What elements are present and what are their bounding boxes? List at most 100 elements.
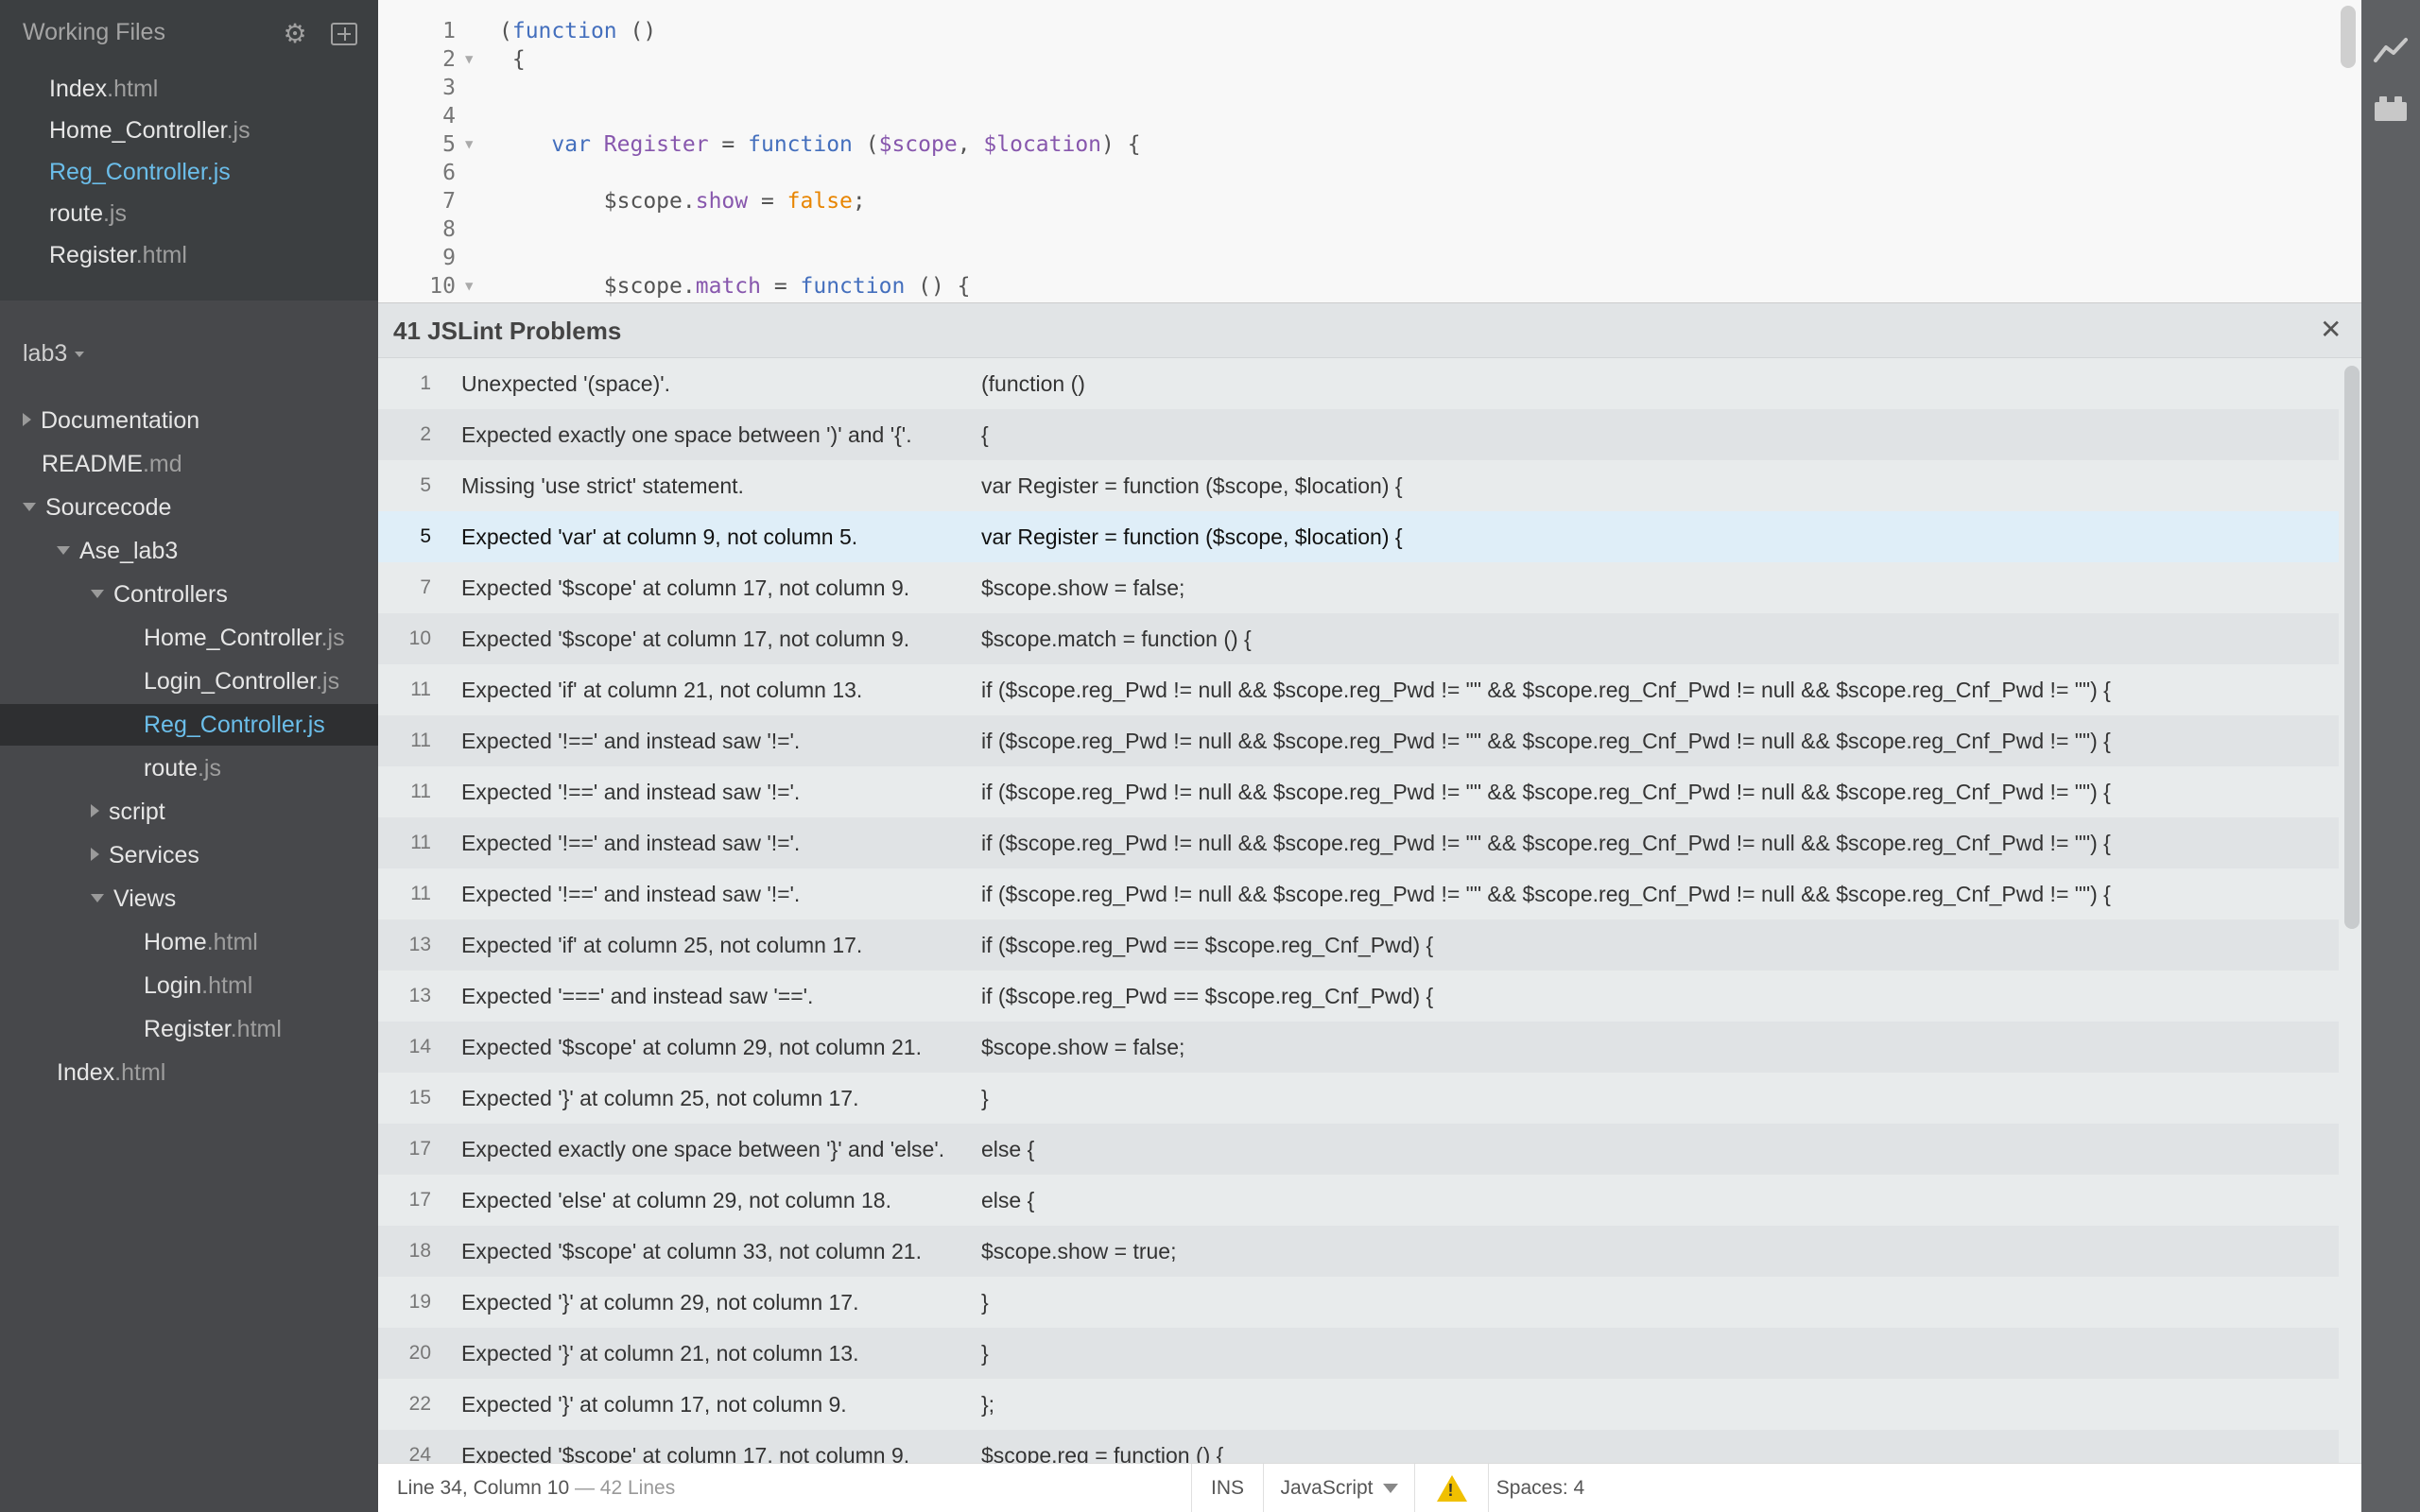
tree-file-item[interactable]: README.md: [42, 445, 182, 483]
problem-row[interactable]: 20 Expected '}' at column 21, not column …: [378, 1328, 2339, 1379]
tree-item-label: Home_Controller: [144, 625, 321, 651]
tree-folder-item[interactable]: Ase_lab3: [57, 532, 178, 570]
tree-item-label: Index: [57, 1059, 115, 1086]
project-dropdown[interactable]: lab3: [23, 340, 85, 368]
indent-label: Spaces: 4: [1495, 1477, 1585, 1499]
code-token: $location: [983, 132, 1102, 157]
problem-row[interactable]: 11 Expected '!==' and instead saw '!='. if…: [378, 766, 2339, 817]
file-extension: .html: [201, 972, 253, 999]
problem-row[interactable]: 15 Expected '}' at column 25, not column …: [378, 1073, 2339, 1124]
problem-row[interactable]: 24 Expected '$scope' at column 17, not co…: [378, 1430, 2339, 1464]
working-file-item[interactable]: Index.html: [49, 76, 158, 112]
problem-row[interactable]: 13 Expected 'if' at column 25, not column…: [378, 919, 2339, 971]
editor-scrollbar[interactable]: [2341, 6, 2356, 68]
tree-file-item[interactable]: Home.html: [144, 923, 258, 961]
problem-row[interactable]: 1 Unexpected '(space)'. (function (): [378, 358, 2339, 409]
problem-row[interactable]: 22 Expected '}' at column 17, not column …: [378, 1379, 2339, 1430]
disclosure-open-icon[interactable]: [91, 589, 104, 598]
language-dropdown[interactable]: JavaScript: [1263, 1464, 1414, 1512]
problem-line-number: 11: [410, 883, 431, 904]
fold-icon[interactable]: ▼: [465, 45, 473, 74]
problem-row[interactable]: 10 Expected '$scope' at column 17, not co…: [378, 613, 2339, 664]
problem-line-number: 5: [420, 525, 431, 547]
tree-file-item[interactable]: Login.html: [144, 967, 252, 1005]
tree-folder-item[interactable]: Sourcecode: [23, 489, 171, 526]
tree-file-item[interactable]: route.js: [144, 749, 221, 787]
code-line: 8: [378, 215, 2344, 244]
line-number: 6: [442, 161, 456, 185]
gear-icon[interactable]: ⚙: [280, 19, 310, 49]
disclosure-open-icon[interactable]: [57, 545, 70, 555]
problems-header: 41 JSLint Problems ✕: [378, 303, 2361, 358]
problem-message: Expected '!==' and instead saw '!='.: [461, 882, 801, 906]
indent-setting[interactable]: Spaces: 4: [1488, 1464, 1592, 1512]
problem-code: if ($scope.reg_Pwd != null && $scope.reg…: [981, 780, 2111, 804]
split-view-icon[interactable]: [331, 23, 357, 45]
tree-item-label: Services: [109, 842, 199, 868]
problem-line-number: 1: [420, 372, 431, 394]
problem-row[interactable]: 13 Expected '===' and instead saw '=='. if…: [378, 971, 2339, 1022]
file-name: Reg_Controller: [49, 159, 207, 185]
problems-scrollbar[interactable]: [2344, 366, 2360, 929]
problem-code: $scope.match = function () {: [981, 627, 1252, 651]
code-text: $scope.show = false;: [499, 187, 866, 215]
problem-row[interactable]: 14 Expected '$scope' at column 29, not co…: [378, 1022, 2339, 1073]
lint-status[interactable]: [1414, 1464, 1488, 1512]
tree-file-item[interactable]: Home_Controller.js: [144, 619, 345, 657]
live-preview-icon[interactable]: [2373, 32, 2409, 68]
code-editor[interactable]: 1 (function () 2 ▼ {3 4 5 ▼ var Register = fun…: [378, 0, 2361, 302]
problem-row[interactable]: 19 Expected '}' at column 29, not column …: [378, 1277, 2339, 1328]
tree-item-label: Sourcecode: [45, 494, 172, 521]
tree-file-item[interactable]: Index.html: [57, 1054, 165, 1091]
tree-item-label: README: [42, 451, 143, 477]
problem-row[interactable]: 17 Expected exactly one space between '}'…: [378, 1124, 2339, 1175]
code-line: 4: [378, 102, 2344, 130]
problem-row[interactable]: 11 Expected '!==' and instead saw '!='. if…: [378, 715, 2339, 766]
working-file-item[interactable]: route.js: [49, 200, 127, 236]
tree-folder-item[interactable]: Documentation: [23, 402, 199, 439]
problem-row[interactable]: 11 Expected 'if' at column 21, not column…: [378, 664, 2339, 715]
problem-row[interactable]: 5 Expected 'var' at column 9, not column …: [378, 511, 2339, 562]
file-extension: .js: [102, 200, 127, 227]
close-icon[interactable]: ✕: [2320, 315, 2342, 345]
file-name: route: [49, 200, 103, 227]
file-extension: .md: [142, 451, 182, 477]
insert-mode-toggle[interactable]: INS: [1191, 1464, 1263, 1512]
tree-item-label: Register: [144, 1016, 231, 1042]
tree-file-item[interactable]: Login_Controller.js: [144, 662, 339, 700]
problem-row[interactable]: 11 Expected '!==' and instead saw '!='. if…: [378, 868, 2339, 919]
file-extension: .html: [230, 1016, 282, 1042]
problem-row[interactable]: 2 Expected exactly one space between ')' …: [378, 409, 2339, 460]
tree-folder-item[interactable]: Controllers: [91, 576, 228, 613]
problem-line-number: 17: [408, 1189, 431, 1211]
disclosure-open-icon[interactable]: [23, 502, 36, 511]
tree-file-item[interactable]: Register.html: [144, 1010, 282, 1048]
problem-row[interactable]: 17 Expected 'else' at column 29, not colu…: [378, 1175, 2339, 1226]
tree-file-item[interactable]: Reg_Controller.js: [144, 706, 325, 744]
tree-item-label: route: [144, 755, 198, 782]
problem-row[interactable]: 11 Expected '!==' and instead saw '!='. if…: [378, 817, 2339, 868]
problem-message: Expected '!==' and instead saw '!='.: [461, 831, 801, 855]
code-token: $scope.: [499, 189, 696, 214]
working-files-panel: Working Files ⚙ Index.html Home_Controlle…: [0, 0, 378, 301]
problem-row[interactable]: 5 Missing 'use strict' statement. var Regi…: [378, 460, 2339, 511]
disclosure-closed-icon[interactable]: [23, 413, 31, 427]
working-file-item[interactable]: Reg_Controller.js: [49, 159, 231, 195]
file-extension: .js: [197, 755, 221, 782]
problem-row[interactable]: 18 Expected '$scope' at column 33, not co…: [378, 1226, 2339, 1277]
working-file-item[interactable]: Home_Controller.js: [49, 117, 251, 153]
tree-folder-item[interactable]: script: [91, 793, 165, 831]
file-extension: .html: [135, 242, 187, 268]
fold-icon[interactable]: ▼: [465, 130, 473, 159]
disclosure-closed-icon[interactable]: [91, 804, 99, 818]
fold-icon[interactable]: ▼: [465, 272, 473, 301]
disclosure-open-icon[interactable]: [91, 893, 104, 902]
tree-folder-item[interactable]: Views: [91, 880, 176, 918]
tree-folder-item[interactable]: Services: [91, 836, 199, 874]
code-token: (: [852, 132, 879, 157]
disclosure-closed-icon[interactable]: [91, 848, 99, 862]
problem-row[interactable]: 7 Expected '$scope' at column 17, not col…: [378, 562, 2339, 613]
extension-manager-icon[interactable]: [2373, 91, 2409, 127]
working-file-item[interactable]: Register.html: [49, 242, 187, 278]
problem-message: Unexpected '(space)'.: [461, 371, 671, 396]
